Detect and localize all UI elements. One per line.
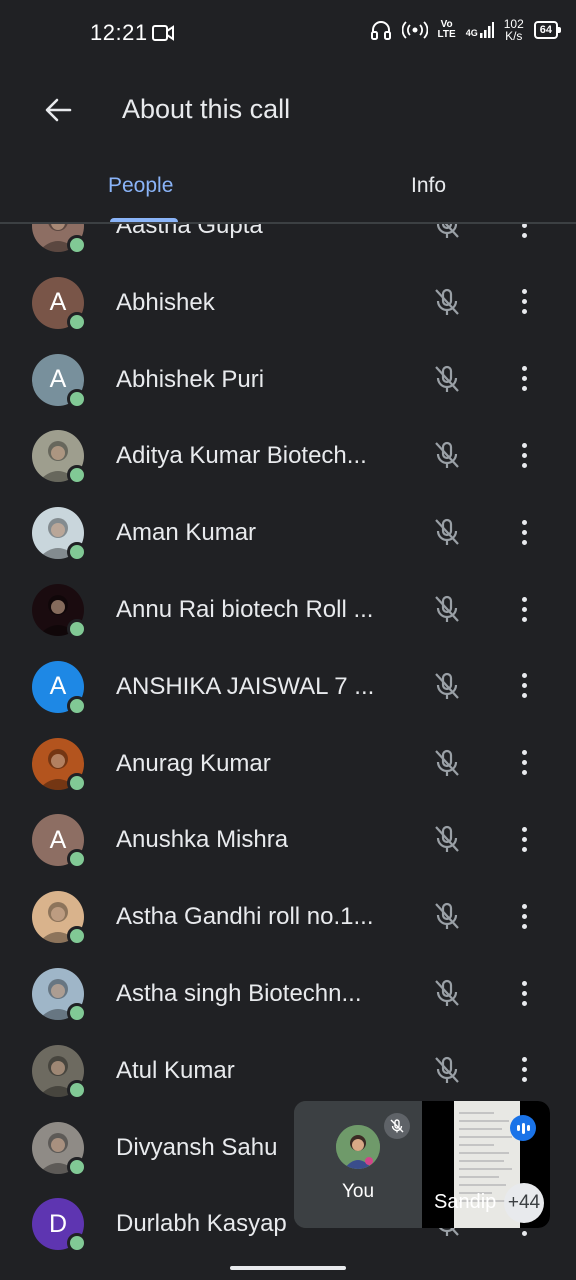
mic-off-icon[interactable] bbox=[430, 438, 464, 472]
presence-dot bbox=[67, 1003, 87, 1023]
participant-name: Aditya Kumar Biotech... bbox=[116, 442, 367, 470]
presence-dot bbox=[67, 388, 87, 409]
avatar-initial: A bbox=[49, 288, 67, 317]
pip-self-tile[interactable]: You bbox=[294, 1101, 422, 1228]
participant-row[interactable]: Astha singh Biotechn... bbox=[0, 956, 576, 1032]
call-pip-window[interactable]: You Sandip +44 bbox=[294, 1101, 550, 1228]
presence-dot bbox=[67, 619, 87, 639]
participant-name: Abhishek bbox=[116, 288, 215, 316]
participant-row[interactable]: Anurag Kumar bbox=[0, 726, 576, 802]
participant-row[interactable]: A Abhishek bbox=[0, 265, 576, 341]
back-button[interactable] bbox=[36, 88, 80, 132]
presence-dot bbox=[67, 311, 87, 332]
participant-name: Aman Kumar bbox=[116, 519, 257, 547]
participant-row[interactable]: A Abhishek Puri bbox=[0, 342, 576, 418]
presence-dot bbox=[67, 235, 87, 255]
mic-off-icon[interactable] bbox=[430, 669, 464, 703]
speaking-indicator-icon bbox=[510, 1115, 536, 1141]
mic-off-icon[interactable] bbox=[430, 899, 464, 933]
mic-off-icon[interactable] bbox=[430, 746, 464, 780]
network-type: Vo LTE bbox=[437, 19, 456, 40]
status-bar: 12:21 Vo LTE 4G 102 K/s 64 bbox=[0, 0, 576, 64]
presence-dot bbox=[67, 926, 87, 947]
arrow-back-icon bbox=[45, 98, 72, 122]
presence-dot bbox=[67, 695, 87, 716]
pip-presenter-label: Sandip bbox=[434, 1191, 497, 1213]
participant-row[interactable]: A ANSHIKA JAISWAL 7 ... bbox=[0, 649, 576, 725]
participant-name: Divyansh Sahu bbox=[116, 1133, 278, 1161]
presence-dot bbox=[67, 465, 87, 486]
tab-bar: People Info bbox=[0, 156, 576, 224]
hotspot-icon bbox=[401, 21, 428, 39]
participant-name: Durlabh Kasyap bbox=[116, 1210, 287, 1238]
participant-row[interactable]: Aastha Gupta bbox=[0, 224, 576, 264]
participant-row[interactable]: Astha Gandhi roll no.1... bbox=[0, 879, 576, 955]
signal-icon: 4G bbox=[466, 22, 494, 38]
participant-name: Astha singh Biotechn... bbox=[116, 980, 362, 1007]
screen-record-icon bbox=[152, 25, 174, 41]
page-title: About this call bbox=[122, 94, 291, 124]
more-vert-icon[interactable] bbox=[512, 590, 536, 628]
self-avatar bbox=[336, 1125, 380, 1169]
participant-row[interactable]: Annu Rai biotech Roll ... bbox=[0, 572, 576, 648]
avatar-initial: A bbox=[49, 365, 67, 394]
participant-row[interactable]: Aditya Kumar Biotech... bbox=[0, 418, 576, 494]
participant-row[interactable]: A Anushka Mishra bbox=[0, 802, 576, 878]
mic-off-icon[interactable] bbox=[430, 515, 464, 549]
presence-dot bbox=[67, 542, 87, 563]
mic-off-icon[interactable] bbox=[430, 1053, 464, 1087]
participant-name: Anurag Kumar bbox=[116, 749, 271, 777]
tab-info[interactable]: Info bbox=[411, 174, 446, 198]
presence-dot bbox=[67, 1156, 87, 1177]
participant-name: Abhishek Puri bbox=[116, 365, 265, 393]
more-participants-badge[interactable]: +44 bbox=[504, 1183, 544, 1223]
pip-presenter-tile[interactable]: Sandip +44 bbox=[422, 1101, 550, 1228]
pip-self-mic-off-icon bbox=[384, 1113, 410, 1139]
more-vert-icon[interactable] bbox=[512, 224, 536, 244]
participant-name: Astha Gandhi roll no.1... bbox=[116, 903, 374, 931]
presence-dot bbox=[67, 1233, 87, 1254]
network-speed: 102 K/s bbox=[503, 17, 524, 43]
avatar-initial: A bbox=[49, 825, 67, 854]
presence-dot bbox=[67, 772, 87, 793]
more-vert-icon[interactable] bbox=[512, 974, 536, 1012]
presence-dot bbox=[67, 849, 87, 870]
home-indicator[interactable] bbox=[230, 1266, 346, 1270]
participant-name: Atul Kumar bbox=[116, 1056, 235, 1084]
mic-off-icon[interactable] bbox=[430, 224, 464, 242]
participant-row[interactable]: Aman Kumar bbox=[0, 495, 576, 571]
participant-name: Aastha Gupta bbox=[116, 224, 263, 239]
more-vert-icon[interactable] bbox=[512, 360, 536, 398]
more-vert-icon[interactable] bbox=[512, 513, 536, 551]
app-bar: About this call bbox=[0, 64, 576, 156]
more-vert-icon[interactable] bbox=[512, 897, 536, 935]
more-vert-icon[interactable] bbox=[512, 820, 536, 858]
more-vert-icon[interactable] bbox=[512, 436, 536, 474]
battery-indicator: 64 bbox=[533, 21, 562, 39]
mic-off-icon[interactable] bbox=[430, 822, 464, 856]
more-vert-icon[interactable] bbox=[512, 667, 536, 705]
participant-name: Anushka Mishra bbox=[116, 826, 289, 854]
more-vert-icon[interactable] bbox=[512, 744, 536, 782]
more-vert-icon[interactable] bbox=[512, 283, 536, 321]
mic-off-icon[interactable] bbox=[430, 976, 464, 1010]
mic-off-icon[interactable] bbox=[430, 285, 464, 319]
more-vert-icon[interactable] bbox=[512, 1051, 536, 1089]
participant-row[interactable]: Atul Kumar bbox=[0, 1033, 576, 1109]
avatar-initial: D bbox=[48, 1209, 68, 1238]
mic-off-icon[interactable] bbox=[430, 592, 464, 626]
participant-name: ANSHIKA JAISWAL 7 ... bbox=[116, 672, 375, 700]
status-time: 12:21 bbox=[90, 20, 148, 45]
presence-dot bbox=[67, 1079, 87, 1100]
tab-people[interactable]: People bbox=[108, 174, 173, 198]
participant-name: Annu Rai biotech Roll ... bbox=[116, 596, 374, 623]
pip-self-label: You bbox=[341, 1181, 375, 1202]
mic-off-icon[interactable] bbox=[430, 362, 464, 396]
headphones-icon bbox=[370, 21, 391, 40]
avatar-initial: A bbox=[49, 672, 67, 701]
